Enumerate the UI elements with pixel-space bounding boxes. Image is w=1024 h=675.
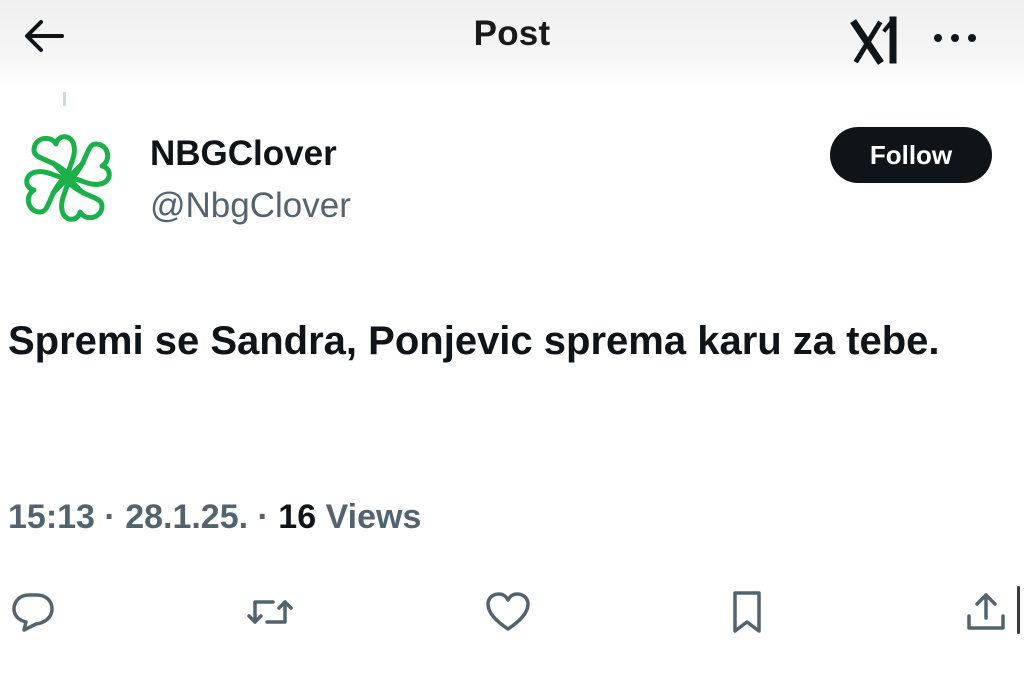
share-button[interactable] xyxy=(956,584,1016,640)
author-display-name[interactable]: NBGClover xyxy=(150,134,337,174)
post-action-bar xyxy=(0,584,1024,640)
post-time[interactable]: 15:13 xyxy=(8,498,95,536)
repost-icon xyxy=(247,600,293,624)
post-metadata: 15:13 · 28.1.25. · 16 Views xyxy=(8,498,421,537)
follow-button[interactable]: Follow xyxy=(830,127,992,183)
views-label[interactable]: Views xyxy=(326,498,422,536)
like-button[interactable] xyxy=(478,584,538,640)
author-handle[interactable]: @NbgClover xyxy=(150,186,351,226)
thread-connector-line xyxy=(63,92,66,106)
meta-separator: · xyxy=(94,498,126,536)
bookmark-button[interactable] xyxy=(717,584,777,640)
more-horizontal-icon xyxy=(934,34,976,42)
post-date[interactable]: 28.1.25. xyxy=(125,498,248,536)
repost-button[interactable] xyxy=(240,584,300,640)
heart-icon xyxy=(486,592,530,631)
share-icon xyxy=(967,593,1005,630)
grok-icon xyxy=(850,16,897,65)
more-options-button[interactable] xyxy=(924,20,986,56)
scrollbar[interactable] xyxy=(1017,586,1020,634)
meta-separator: · xyxy=(248,498,279,536)
top-navigation-bar: Post xyxy=(0,0,1024,88)
clover-logo-icon xyxy=(24,134,112,222)
reply-button[interactable] xyxy=(3,584,63,640)
bookmark-icon xyxy=(733,591,761,633)
views-count[interactable]: 16 xyxy=(278,498,316,536)
avatar[interactable] xyxy=(12,122,124,234)
post-text: Spremi se Sandra, Ponjevic sprema karu z… xyxy=(8,319,940,363)
grok-button[interactable] xyxy=(846,14,910,68)
reply-icon xyxy=(12,593,54,632)
